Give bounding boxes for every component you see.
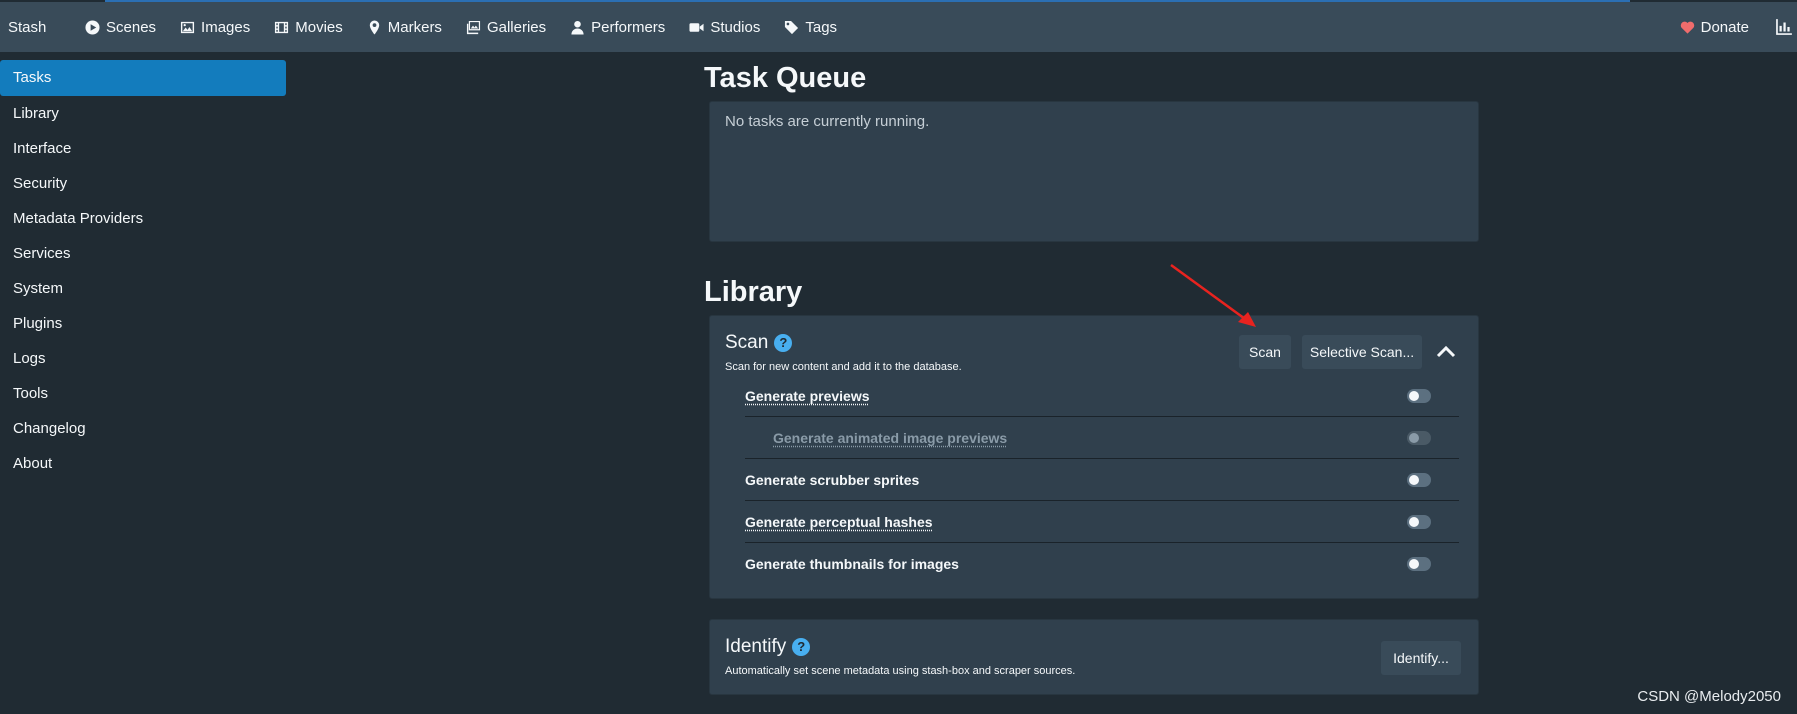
heart-icon: [1680, 21, 1694, 34]
scan-title: Scan ?: [725, 332, 793, 354]
selective-scan-button[interactable]: Selective Scan...: [1302, 335, 1422, 369]
nav-markers-label: Markers: [387, 18, 442, 36]
sidebar-item-logs[interactable]: Logs: [0, 341, 286, 376]
help-icon[interactable]: ?: [774, 334, 793, 352]
nav-studios-label: Studios: [710, 18, 761, 36]
watermark: CSDN @Melody2050: [1637, 688, 1781, 705]
identify-card: Identify ? Automatically set scene metad…: [709, 619, 1479, 695]
nav-tags-label: Tags: [805, 18, 838, 36]
nav-galleries-label: Galleries: [486, 18, 547, 36]
library-heading: Library: [704, 276, 803, 308]
sidebar-item-changelog[interactable]: Changelog: [0, 411, 286, 446]
map-marker-icon: [369, 19, 379, 35]
identify-button[interactable]: Identify...: [1381, 641, 1461, 675]
toggle-image-thumbnails[interactable]: [1407, 557, 1431, 571]
nav-tags[interactable]: Tags: [784, 19, 837, 36]
chevron-up-icon[interactable]: [1435, 341, 1457, 363]
user-icon: [571, 20, 584, 35]
sidebar-item-plugins[interactable]: Plugins: [0, 306, 286, 341]
scan-description: Scan for new content and add it to the d…: [725, 361, 962, 373]
nav-images-label: Images: [201, 18, 251, 36]
option-row-image-thumbnails: Generate thumbnails for images: [745, 543, 1459, 585]
image-icon: [180, 21, 195, 33]
nav-scenes-label: Scenes: [106, 18, 157, 36]
video-icon: [689, 22, 704, 32]
sidebar-item-services[interactable]: Services: [0, 236, 286, 271]
option-row-scrubber-sprites: Generate scrubber sprites: [745, 459, 1459, 501]
help-icon[interactable]: ?: [792, 638, 811, 656]
option-row-perceptual-hashes: Generate perceptual hashes: [745, 501, 1459, 543]
navbar-right: Donate: [1680, 2, 1797, 52]
toggle-scrubber-sprites[interactable]: [1407, 473, 1431, 487]
images-icon: [466, 20, 480, 34]
task-queue-heading: Task Queue: [704, 62, 867, 94]
option-row-generate-previews: Generate previews: [745, 375, 1459, 417]
nav-performers-label: Performers: [591, 18, 666, 36]
task-queue-empty-text: No tasks are currently running.: [725, 113, 930, 130]
option-label-perceptual-hashes: Generate perceptual hashes: [745, 513, 933, 530]
identify-title: Identify ?: [725, 636, 811, 658]
nav-markers[interactable]: Markers: [367, 19, 442, 36]
settings-sidebar: Tasks Library Interface Security Metadat…: [0, 60, 286, 481]
sidebar-item-about[interactable]: About: [0, 446, 286, 481]
option-label-scrubber-sprites: Generate scrubber sprites: [745, 471, 920, 488]
nav-scenes[interactable]: Scenes: [85, 19, 156, 36]
option-label-generate-previews: Generate previews: [745, 387, 870, 404]
brand-logo[interactable]: Stash: [0, 19, 85, 36]
option-label-animated-previews: Generate animated image previews: [773, 429, 1008, 446]
nav-galleries[interactable]: Galleries: [466, 19, 546, 36]
toggle-generate-previews[interactable]: [1407, 389, 1431, 403]
option-label-image-thumbnails: Generate thumbnails for images: [745, 556, 959, 572]
toggle-perceptual-hashes[interactable]: [1407, 515, 1431, 529]
annotation-arrow-icon: [1170, 263, 1256, 327]
scan-title-text: Scan: [725, 332, 769, 353]
sidebar-item-system[interactable]: System: [0, 271, 286, 306]
sidebar-item-interface[interactable]: Interface: [0, 131, 286, 166]
nav-studios[interactable]: Studios: [689, 19, 760, 36]
nav-movies-label: Movies: [295, 18, 343, 36]
sidebar-item-security[interactable]: Security: [0, 166, 286, 201]
top-navbar: Stash Scenes Images Movies Markers Galle…: [0, 2, 1797, 52]
toggle-animated-previews: [1407, 431, 1431, 445]
play-circle-icon: [85, 19, 100, 35]
task-queue-card: No tasks are currently running.: [709, 101, 1479, 242]
bar-chart-icon[interactable]: [1775, 18, 1793, 36]
nav-performers[interactable]: Performers: [570, 19, 665, 36]
sidebar-item-library[interactable]: Library: [0, 96, 286, 131]
identify-title-text: Identify: [725, 636, 787, 657]
scan-card: Scan ? Scan for new content and add it t…: [709, 315, 1479, 599]
nav-images[interactable]: Images: [180, 19, 250, 36]
scan-button[interactable]: Scan: [1239, 335, 1291, 369]
donate-link[interactable]: Donate: [1680, 19, 1749, 36]
sidebar-item-metadata-providers[interactable]: Metadata Providers: [0, 201, 286, 236]
tag-icon: [785, 20, 799, 34]
film-icon: [275, 21, 289, 33]
sidebar-item-tasks[interactable]: Tasks: [0, 60, 286, 96]
sidebar-item-tools[interactable]: Tools: [0, 376, 286, 411]
nav-movies[interactable]: Movies: [274, 19, 343, 36]
option-row-animated-previews: Generate animated image previews: [745, 417, 1459, 459]
donate-label: Donate: [1700, 18, 1749, 36]
identify-description: Automatically set scene metadata using s…: [725, 665, 1076, 677]
